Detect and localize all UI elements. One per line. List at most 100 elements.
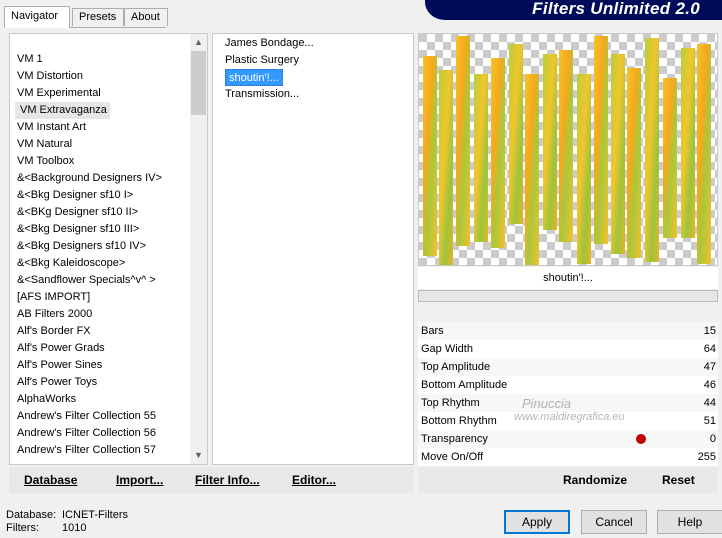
param-value: 0 [709, 433, 716, 445]
title-banner: Filters Unlimited 2.0 [425, 0, 722, 20]
category-item[interactable]: Alf's Power Grads [10, 340, 190, 357]
param-value: 47 [703, 361, 716, 373]
preview-bar [525, 74, 539, 265]
preview-bar [627, 68, 641, 258]
progress-bar [418, 290, 718, 302]
category-item[interactable]: VM Distortion [10, 68, 190, 85]
param-label: Top Rhythm [421, 397, 480, 409]
import-button[interactable]: Import... [116, 467, 163, 493]
category-item[interactable]: VM Extravaganza [15, 102, 110, 119]
category-item[interactable]: &<Background Designers IV> [10, 170, 190, 187]
param-value: 15 [703, 325, 716, 337]
param-label: Top Amplitude [421, 361, 491, 373]
filter-row: Plastic Surgery [223, 52, 314, 69]
transparency-slider-knob[interactable] [636, 434, 646, 444]
preview-canvas [419, 34, 717, 265]
category-item[interactable]: AB Filters 2000 [10, 306, 190, 323]
banner-title: Filters Unlimited 2.0 [532, 0, 700, 18]
parameter-list: Bars 15 Gap Width 64 Top Amplitude 47 Bottom A… [418, 322, 718, 466]
filter-item[interactable]: James Bondage... [225, 37, 314, 49]
help-button[interactable]: Help [657, 510, 722, 534]
preview-bar [456, 36, 470, 246]
param-label: Move On/Off [421, 451, 484, 463]
preview-bar [491, 58, 505, 248]
database-button[interactable]: Database [24, 467, 77, 493]
category-item[interactable]: VM 1 [10, 51, 190, 68]
category-item[interactable]: AlphaWorks [10, 391, 190, 408]
editor-button[interactable]: Editor... [292, 467, 336, 493]
param-row[interactable]: Bars 15 [418, 322, 718, 340]
preview-bar [509, 44, 523, 224]
category-list[interactable]: VM 1 VM Distortion VM Experimental VM Extra… [9, 33, 208, 465]
tab-navigator[interactable]: Navigator [4, 6, 70, 28]
param-row[interactable]: Move On/Off 255 [418, 448, 718, 466]
scroll-down-icon[interactable]: ▼ [190, 447, 207, 464]
preview-bar [423, 56, 437, 256]
preview-bar [559, 50, 573, 242]
filters-count: 1010 [62, 522, 87, 534]
param-label: Bottom Rhythm [421, 415, 497, 427]
category-items: VM 1 VM Distortion VM Experimental VM Extra… [10, 51, 190, 459]
parameter-button-bar: Randomize Reset [418, 467, 718, 493]
param-label: Bottom Amplitude [421, 379, 508, 391]
category-item[interactable]: &<Bkg Designers sf10 IV> [10, 238, 190, 255]
category-item[interactable]: Alf's Power Sines [10, 357, 190, 374]
scroll-up-icon[interactable]: ▲ [190, 34, 207, 51]
category-item[interactable]: &<Sandflower Specials^v^ > [10, 272, 190, 289]
category-item[interactable]: Andrew's Filter Collection 55 [10, 408, 190, 425]
database-value: ICNET-Filters [62, 509, 128, 521]
preview-bar [697, 44, 711, 264]
tab-about[interactable]: About [124, 8, 168, 26]
filter-item[interactable]: Transmission... [225, 88, 299, 100]
category-item[interactable]: Alf's Power Toys [10, 374, 190, 391]
category-item[interactable]: &<Bkg Designer sf10 III> [10, 221, 190, 238]
param-row[interactable]: Bottom Rhythm 51 [418, 412, 718, 430]
cancel-button[interactable]: Cancel [581, 510, 647, 534]
preview-bar [681, 48, 695, 238]
category-item[interactable]: VM Natural [10, 136, 190, 153]
category-item[interactable]: [AFS IMPORT] [10, 289, 190, 306]
category-item[interactable]: VM Instant Art [10, 119, 190, 136]
category-item[interactable]: &<Bkg Kaleidoscope> [10, 255, 190, 272]
param-value: 46 [703, 379, 716, 391]
param-label: Transparency [421, 433, 488, 445]
param-row[interactable]: Transparency 0 [418, 430, 718, 448]
filter-info-button[interactable]: Filter Info... [195, 467, 260, 493]
preview-filter-name: shoutin'!... [418, 267, 718, 289]
preview-bar [543, 54, 557, 230]
filters-label: Filters: [6, 522, 39, 534]
category-item[interactable]: Alf's Border FX [10, 323, 190, 340]
preview-bar [439, 70, 453, 265]
param-row[interactable]: Gap Width 64 [418, 340, 718, 358]
category-item[interactable]: &<Bkg Designer sf10 I> [10, 187, 190, 204]
category-item[interactable]: &<BKg Designer sf10 II> [10, 204, 190, 221]
param-row[interactable]: Top Rhythm 44 [418, 394, 718, 412]
category-item[interactable]: Andrew's Filter Collection 57 [10, 442, 190, 459]
category-item[interactable]: VM Toolbox [10, 153, 190, 170]
preview-image [418, 33, 718, 266]
navigator-button-bar: Database Import... Filter Info... Editor… [9, 467, 414, 493]
param-label: Bars [421, 325, 444, 337]
preview-bar [611, 54, 625, 254]
param-value: 44 [703, 397, 716, 409]
category-item[interactable]: Andrew's Filter Collection 56 [10, 425, 190, 442]
preview-bar [645, 38, 659, 262]
filter-list[interactable]: James Bondage... Plastic Surgery shoutin'!… [212, 33, 414, 465]
category-scrollbar[interactable]: ▲ ▼ [190, 34, 207, 464]
tab-presets[interactable]: Presets [72, 8, 124, 26]
param-value: 51 [703, 415, 716, 427]
filter-row: shoutin'!... [223, 69, 314, 86]
param-row[interactable]: Top Amplitude 47 [418, 358, 718, 376]
scroll-thumb[interactable] [191, 51, 206, 115]
param-label: Gap Width [421, 343, 473, 355]
filter-row: Transmission... [223, 86, 314, 103]
param-row[interactable]: Bottom Amplitude 46 [418, 376, 718, 394]
filter-item[interactable]: Plastic Surgery [225, 54, 299, 66]
preview-bar [474, 74, 488, 242]
filter-item[interactable]: shoutin'!... [225, 69, 283, 86]
status-info: Database: ICNET-Filters Filters: 1010 [6, 509, 128, 535]
apply-button[interactable]: Apply [504, 510, 570, 534]
randomize-button[interactable]: Randomize [563, 467, 627, 493]
reset-button[interactable]: Reset [662, 467, 695, 493]
category-item[interactable]: VM Experimental [10, 85, 190, 102]
